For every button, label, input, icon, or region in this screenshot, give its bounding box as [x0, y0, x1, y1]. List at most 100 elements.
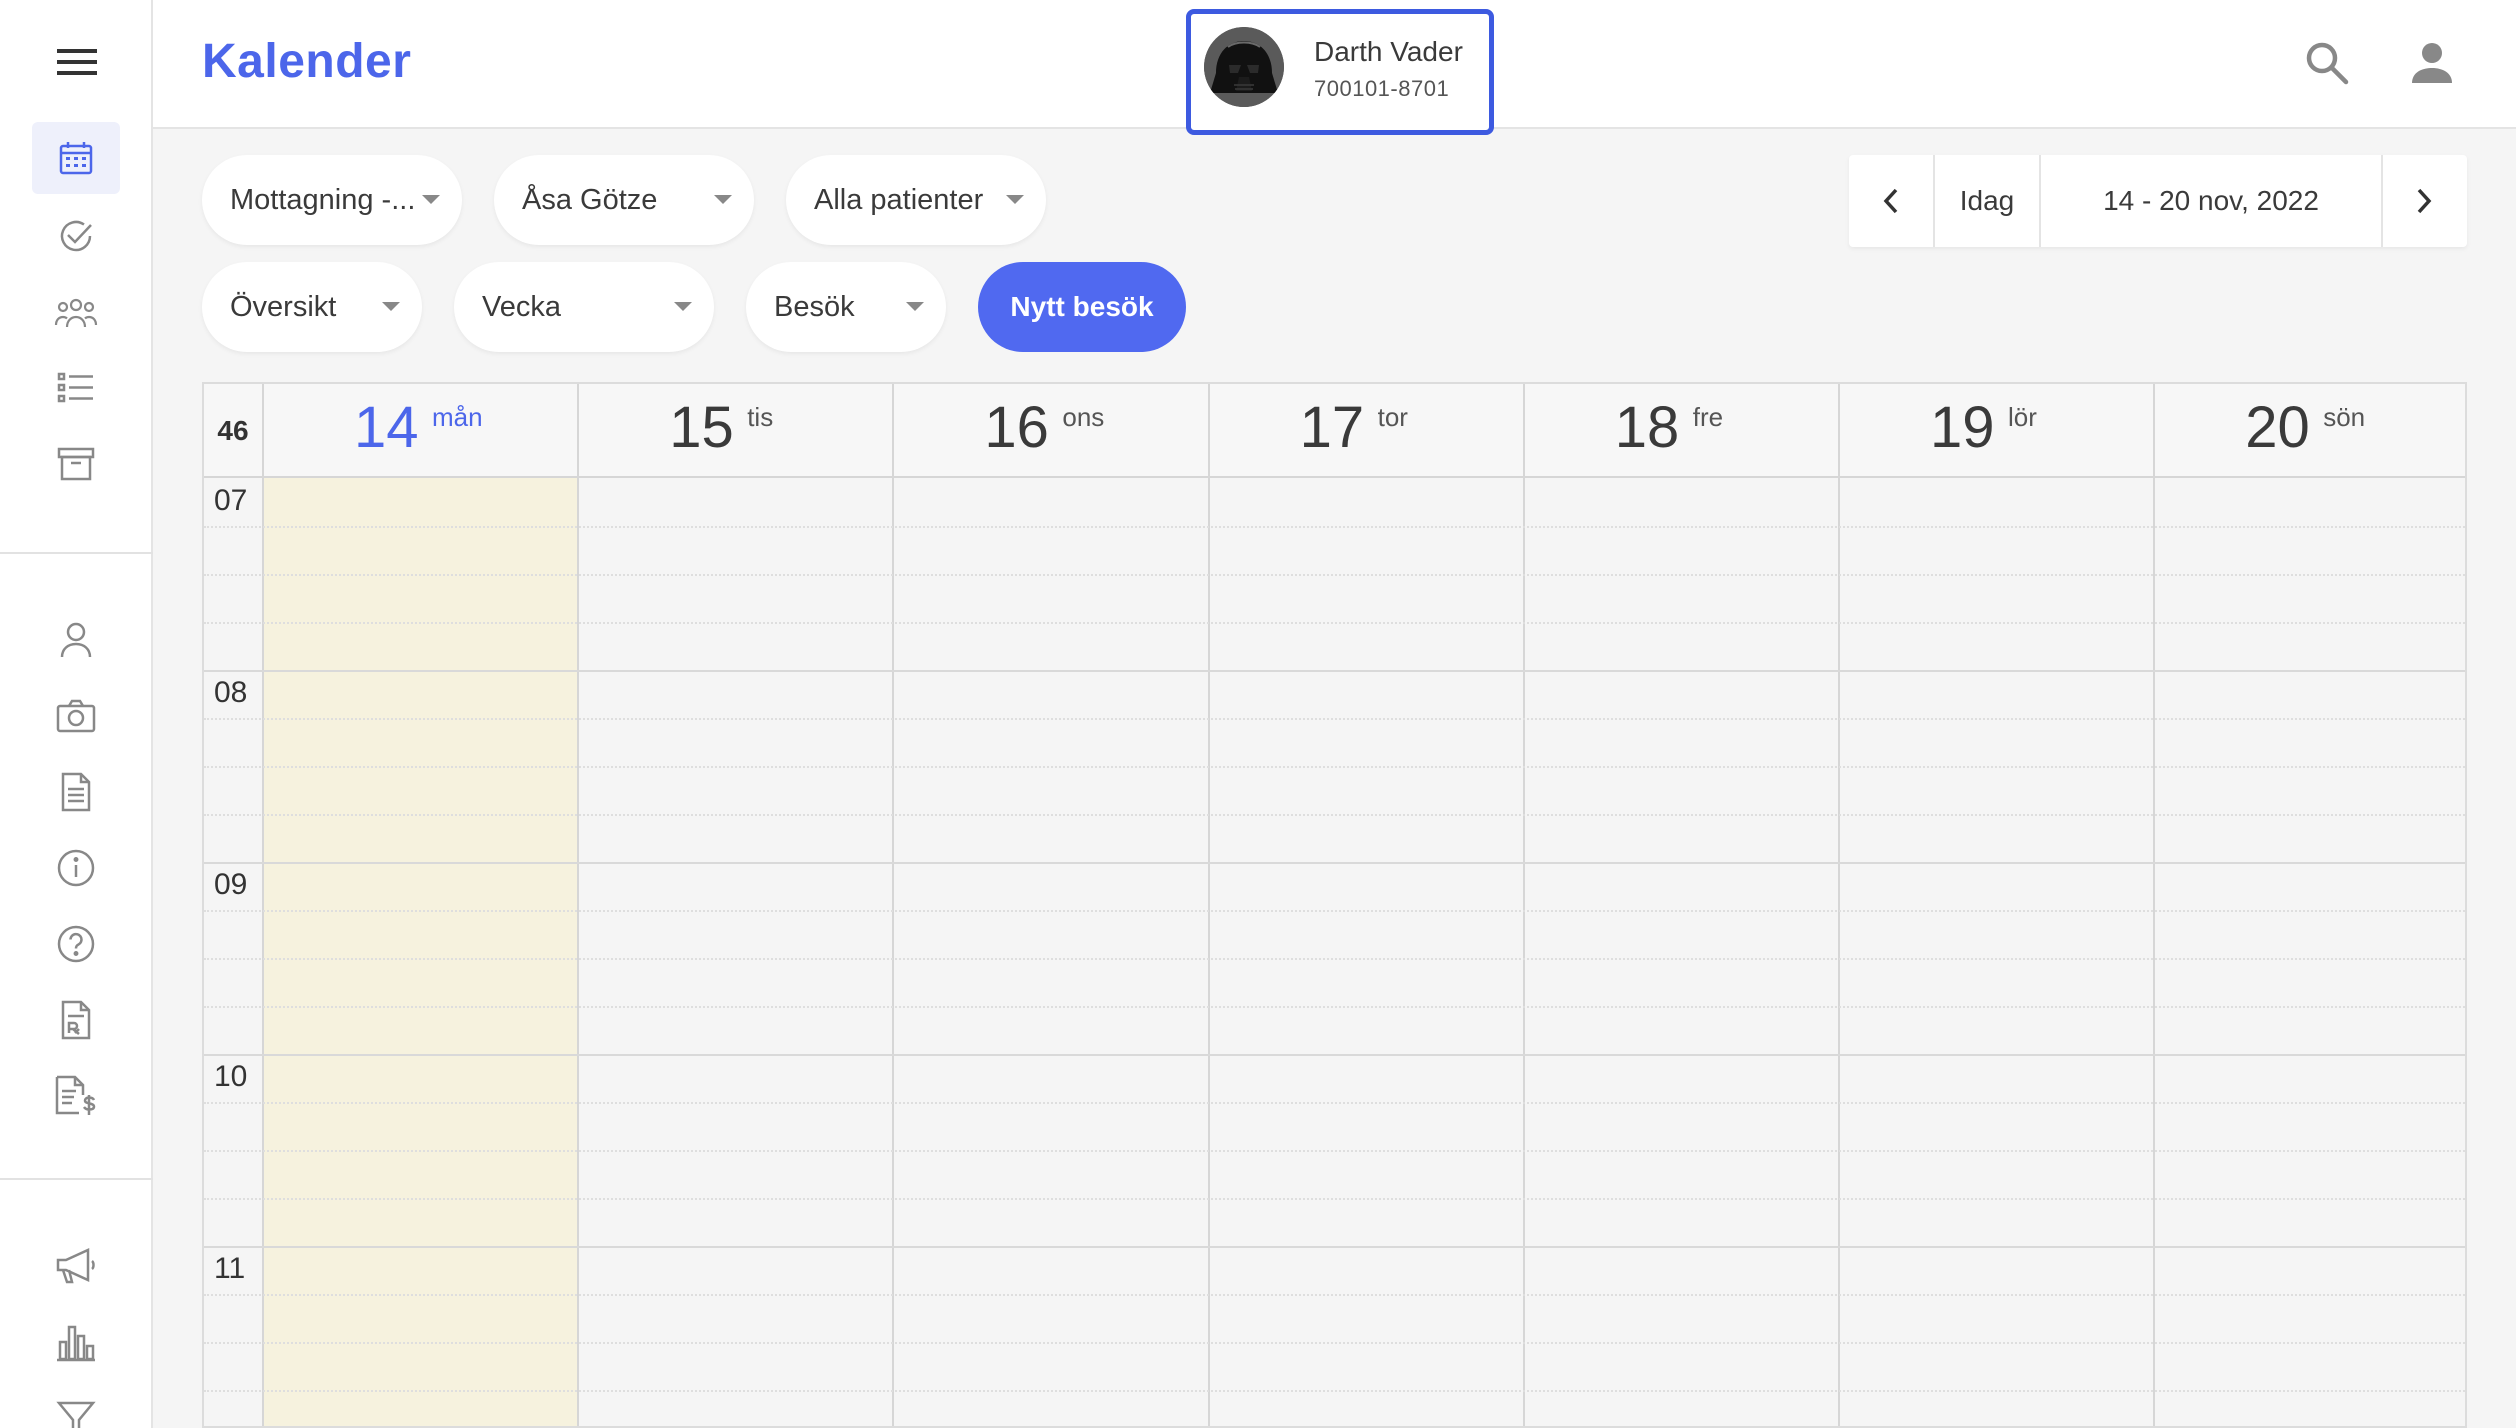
hour-label: 07 [214, 484, 248, 517]
next-week-button[interactable] [2383, 155, 2465, 247]
chevron-down-icon [714, 195, 732, 204]
day-number: 17 [1299, 395, 1365, 460]
hour-gridline [204, 1054, 2465, 1056]
day-column[interactable] [2153, 478, 2465, 1426]
person-icon[interactable] [32, 604, 120, 676]
info-icon[interactable] [32, 832, 120, 904]
overview-select-value: Översikt [230, 290, 337, 323]
list-icon[interactable] [32, 352, 120, 424]
day-number: 18 [1614, 395, 1680, 460]
hour-label: 11 [214, 1252, 246, 1285]
type-select-value: Besök [774, 290, 855, 323]
slot-gridline [204, 1294, 2465, 1296]
sidebar-divider [0, 1178, 153, 1180]
day-name: lör [2008, 402, 2037, 432]
chevron-down-icon [382, 302, 400, 311]
day-header[interactable]: 17 tor [1207, 384, 1523, 478]
help-icon[interactable] [32, 908, 120, 980]
page-title: Kalender [202, 35, 412, 88]
day-header[interactable]: 19 lör [1838, 384, 2153, 478]
top-bar: Kalender Darth Vader 700101-8701 [153, 0, 2516, 135]
reception-select[interactable]: Mottagning -... [202, 155, 462, 245]
today-button[interactable]: Idag [1935, 155, 2039, 247]
patients-select[interactable]: Alla patienter [786, 155, 1046, 245]
day-number: 16 [984, 395, 1049, 460]
hour-label: 08 [214, 676, 248, 709]
day-column[interactable] [262, 478, 578, 1426]
day-column[interactable] [892, 478, 1207, 1426]
new-visit-button[interactable]: Nytt besök [978, 262, 1186, 352]
document-icon[interactable] [32, 756, 120, 828]
chevron-right-icon [2417, 188, 2432, 214]
slot-gridline [204, 622, 2465, 624]
reception-select-value: Mottagning -... [230, 183, 416, 216]
slot-gridline [204, 958, 2465, 960]
day-header[interactable]: 15 tis [577, 384, 892, 478]
sidebar-divider [0, 552, 153, 554]
search-icon[interactable] [2294, 30, 2360, 96]
patient-avatar [1204, 27, 1284, 107]
slot-gridline [204, 1150, 2465, 1152]
slot-gridline [204, 814, 2465, 816]
caregiver-select-value: Åsa Götze [522, 183, 658, 216]
patient-card[interactable]: Darth Vader 700101-8701 [1186, 9, 1494, 135]
bar-chart-icon[interactable] [32, 1306, 120, 1378]
week-calendar: 46 14 mån 15 tis 16 ons 17 tor 18 fre 19 lör 20 sön 0… [202, 382, 2467, 1428]
check-circle-icon[interactable] [32, 200, 120, 272]
slot-gridline [204, 1390, 2465, 1392]
day-column[interactable] [577, 478, 892, 1426]
slot-gridline [204, 1198, 2465, 1200]
day-name: tis [747, 402, 774, 432]
archive-icon[interactable] [32, 428, 120, 500]
day-column[interactable] [1838, 478, 2153, 1426]
date-navigator: Idag 14 - 20 nov, 2022 [1849, 155, 2467, 247]
period-select[interactable]: Vecka [454, 262, 714, 352]
type-select[interactable]: Besök [746, 262, 946, 352]
megaphone-icon[interactable] [32, 1230, 120, 1302]
patient-name: Darth Vader [1314, 36, 1463, 67]
chevron-down-icon [674, 302, 692, 311]
day-number: 20 [2245, 395, 2310, 460]
camera-icon[interactable] [32, 680, 120, 752]
chevron-down-icon [1006, 195, 1024, 204]
chevron-down-icon [906, 302, 924, 311]
chevron-down-icon [422, 195, 440, 204]
invoice-icon[interactable] [32, 1060, 120, 1132]
calendar-icon[interactable] [32, 122, 120, 194]
slot-gridline [204, 574, 2465, 576]
prescription-icon[interactable] [32, 984, 120, 1056]
day-column[interactable] [1522, 478, 1838, 1426]
calendar-grid: 07 08 09 10 11 [204, 478, 2465, 1426]
slot-gridline [204, 526, 2465, 528]
day-header[interactable]: 16 ons [892, 384, 1207, 478]
slot-gridline [204, 766, 2465, 768]
group-icon[interactable] [32, 276, 120, 348]
slot-gridline [204, 1006, 2465, 1008]
slot-gridline [204, 910, 2465, 912]
hour-label: 10 [214, 1060, 248, 1093]
account-icon[interactable] [2399, 30, 2465, 96]
hour-gridline [204, 862, 2465, 864]
day-number: 14 [354, 395, 419, 460]
overview-select[interactable]: Översikt [202, 262, 422, 352]
calendar-header: 46 14 mån 15 tis 16 ons 17 tor 18 fre 19 lör 20 sön [204, 384, 2465, 478]
patient-id: 700101-8701 [1314, 76, 1450, 101]
menu-icon[interactable] [42, 36, 112, 88]
day-header[interactable]: 18 fre [1522, 384, 1838, 478]
day-column[interactable] [1207, 478, 1523, 1426]
chevron-left-icon [1883, 188, 1898, 214]
day-name: mån [432, 402, 483, 432]
prev-week-button[interactable] [1849, 155, 1933, 247]
day-name: fre [1692, 402, 1724, 432]
slot-gridline [204, 1342, 2465, 1344]
hour-gridline [204, 1246, 2465, 1248]
day-header[interactable]: 20 sön [2153, 384, 2465, 478]
sidebar [0, 0, 153, 1428]
date-range-label[interactable]: 14 - 20 nov, 2022 [2041, 155, 2381, 247]
day-name: tor [1377, 402, 1408, 432]
day-header[interactable]: 14 mån [262, 384, 577, 478]
caregiver-select[interactable]: Åsa Götze [494, 155, 754, 245]
patients-select-value: Alla patienter [814, 183, 984, 216]
filter-icon[interactable] [32, 1382, 120, 1428]
hour-label: 09 [214, 868, 248, 901]
